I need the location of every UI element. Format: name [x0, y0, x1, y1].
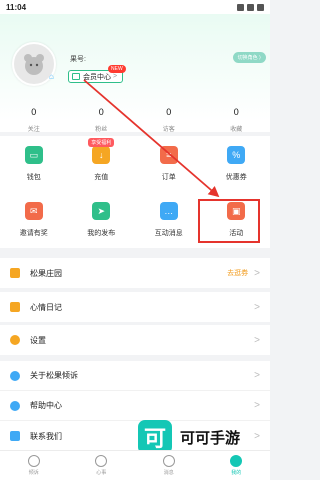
list-group-farm: 松果庄园 去逛券 > — [0, 258, 270, 288]
diary-icon — [10, 302, 20, 312]
confide-icon — [27, 455, 40, 467]
grid-item-label: 我的发布 — [87, 230, 116, 237]
wifi-icon — [237, 3, 244, 11]
chevron-right-icon: > — [254, 334, 260, 346]
grid-item-label: 互动消息 — [154, 230, 183, 237]
stat-visitors[interactable]: 0 访客 — [135, 107, 203, 137]
grid-item-wallet[interactable]: ▭ 钱包 — [0, 146, 68, 182]
stat-number: 0 — [31, 107, 37, 117]
wallet-icon: ▭ — [24, 146, 43, 164]
list-item-label: 帮助中心 — [30, 401, 62, 410]
lightbulb-icon — [10, 400, 20, 411]
grid-item-invite[interactable]: ✉ 邀请有奖 — [0, 202, 68, 238]
list-group-settings: 设置 > — [0, 325, 270, 355]
tab-label: 我的 — [231, 470, 242, 476]
list-item-label: 设置 — [30, 335, 46, 345]
grid-item-my-posts[interactable]: ➤ 我的发布 — [68, 202, 136, 238]
grid-item-label: 充值 — [94, 174, 109, 181]
list-group-diary: 心情日记 > — [0, 292, 270, 322]
grid-item-coupons[interactable]: % 优惠券 — [203, 146, 271, 182]
list-item-label: 关于松果倾诉 — [30, 371, 78, 380]
list-item-label: 松果庄园 — [30, 268, 62, 278]
status-icons — [237, 3, 264, 11]
grid-item-messages[interactable]: … 互动消息 — [135, 202, 203, 238]
activity-highlight-box — [198, 199, 260, 243]
gear-icon — [10, 335, 20, 345]
tab-confide[interactable]: 倾诉 — [0, 451, 68, 480]
status-bar: 11:04 — [0, 0, 270, 14]
grid-item-label: 钱包 — [26, 174, 41, 181]
list-item-label: 联系我们 — [30, 431, 62, 441]
switch-role-button[interactable]: 切换角色 ⟩ — [232, 52, 266, 63]
chevron-right-icon: > — [254, 370, 260, 381]
vip-icon — [72, 73, 80, 80]
squirrel-avatar-icon — [24, 54, 44, 75]
watermark: 可 可可手游 — [138, 420, 240, 454]
face-icon — [95, 455, 108, 467]
orders-icon: ≡ — [159, 146, 178, 164]
signal-icon — [247, 3, 254, 11]
grid-item-label: 邀请有奖 — [19, 230, 48, 237]
chevron-right-icon: > — [254, 400, 260, 411]
welfare-badge: 享受福利 — [88, 138, 115, 147]
stat-label: 收藏 — [230, 127, 243, 133]
status-time: 11:04 — [6, 2, 27, 12]
list-item-about[interactable]: 关于松果倾诉 > — [0, 361, 270, 391]
watermark-text: 可可手游 — [180, 429, 241, 447]
chevron-right-icon: > — [254, 267, 260, 279]
coupon-icon: % — [227, 146, 246, 164]
list-item-settings[interactable]: 设置 > — [0, 325, 270, 355]
chat-bubble-icon: … — [159, 202, 178, 220]
stat-label: 关注 — [27, 127, 40, 133]
watermark-logo: 可 — [138, 420, 172, 454]
farm-icon — [10, 268, 20, 278]
recharge-icon: ↓ — [92, 146, 111, 164]
stat-fans[interactable]: 0 粉丝 — [68, 107, 136, 137]
stat-label: 粉丝 — [95, 127, 108, 133]
battery-icon — [257, 3, 264, 11]
phone-icon — [10, 431, 20, 441]
new-badge: NEW — [108, 65, 126, 73]
stat-number: 0 — [98, 107, 104, 117]
home-icon[interactable]: ⌂ — [49, 72, 58, 81]
stat-label: 访客 — [162, 127, 175, 133]
grid-item-label: 优惠券 — [225, 174, 247, 181]
invite-gift-icon: ✉ — [24, 202, 43, 220]
list-item-help[interactable]: 帮助中心 > — [0, 391, 270, 421]
stat-favorites[interactable]: 0 收藏 — [203, 107, 271, 137]
info-icon — [10, 370, 20, 381]
coupon-promo-text: 去逛券 — [227, 270, 249, 277]
tab-label: 心事 — [96, 470, 107, 476]
list-item-label: 心情日记 — [30, 302, 62, 312]
tab-mine[interactable]: 我的 — [203, 451, 271, 480]
tab-messages[interactable]: 消息 — [135, 451, 203, 480]
list-item-diary[interactable]: 心情日记 > — [0, 292, 270, 322]
stat-following[interactable]: 0 关注 — [0, 107, 68, 137]
chevron-right-icon: > — [254, 301, 260, 313]
chevron-right-icon: > — [254, 430, 260, 442]
send-icon: ➤ — [92, 202, 111, 220]
grid-item-orders[interactable]: ≡ 订单 — [135, 146, 203, 182]
chevron-right-icon: > — [113, 73, 118, 80]
profile-header: ⌂ 果号: 会员中心 > NEW 切换角色 ⟩ 0 关注 0 粉丝 0 访客 0… — [0, 14, 270, 133]
grid-item-recharge[interactable]: 享受福利 ↓ 充值 — [68, 138, 136, 182]
stats-row: 0 关注 0 粉丝 0 访客 0 收藏 — [0, 107, 270, 137]
list-item-farm[interactable]: 松果庄园 去逛券 > — [0, 258, 270, 288]
vip-center-label: 会员中心 — [83, 73, 111, 81]
user-icon — [230, 455, 243, 467]
user-id-label: 果号: — [70, 56, 86, 63]
stat-number: 0 — [166, 107, 172, 117]
tab-label: 消息 — [163, 470, 174, 476]
message-icon — [162, 455, 175, 467]
tab-heart[interactable]: 心事 — [68, 451, 136, 480]
grid-item-label: 订单 — [161, 174, 176, 181]
grid-row-1: ▭ 钱包 享受福利 ↓ 充值 ≡ 订单 % 优惠券 — [0, 138, 271, 182]
stat-number: 0 — [233, 107, 239, 117]
tab-label: 倾诉 — [28, 470, 39, 476]
bottom-tab-bar: 倾诉 心事 消息 我的 — [0, 450, 270, 480]
